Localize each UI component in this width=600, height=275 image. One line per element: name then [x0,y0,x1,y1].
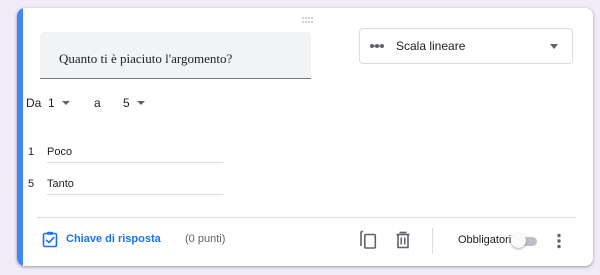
more-options-button[interactable] [547,229,571,253]
answer-key-icon [42,231,58,248]
answer-key-label: Chiave di risposta [66,233,161,245]
scale-min-number: 1 [28,146,35,158]
scale-max-label-text: Tanto [47,178,74,190]
range-from-value: 1 [48,96,55,110]
range-to-label: a [94,96,101,110]
range-from-label: Da [26,96,42,110]
required-toggle[interactable] [511,233,537,248]
chevron-down-icon [62,101,70,105]
scale-max-label-input[interactable]: Tanto [47,174,223,195]
drag-handle-icon[interactable] [301,16,315,24]
trash-icon [396,231,410,249]
scale-min-label-text: Poco [47,146,73,158]
footer-divider [37,217,576,218]
more-vert-icon [557,233,561,249]
range-to-select[interactable]: 5 [123,96,149,114]
scale-max-number: 5 [28,178,35,190]
delete-button[interactable] [391,229,415,253]
linear-scale-icon [370,44,384,48]
question-type-label: Scala lineare [396,39,466,53]
points-label: (0 punti) [185,233,226,245]
duplicate-button[interactable] [357,229,381,253]
question-type-select[interactable]: Scala lineare [359,28,573,64]
chevron-down-icon [137,101,145,105]
footer-vertical-divider [432,228,433,254]
range-from-select[interactable]: 1 [48,96,74,114]
required-toggle-thumb [511,233,526,248]
active-card-accent [17,8,23,266]
chevron-down-icon [550,44,558,49]
question-card[interactable]: Quanto ti è piaciuto l'argomento? Scala … [17,8,593,266]
duplicate-icon [360,230,377,249]
scale-min-label-input[interactable]: Poco [47,142,223,163]
required-label: Obbligatorio [458,234,518,246]
question-title-input[interactable]: Quanto ti è piaciuto l'argomento? [40,32,311,79]
question-title-text: Quanto ti è piaciuto l'argomento? [59,51,233,66]
range-to-value: 5 [123,96,130,110]
